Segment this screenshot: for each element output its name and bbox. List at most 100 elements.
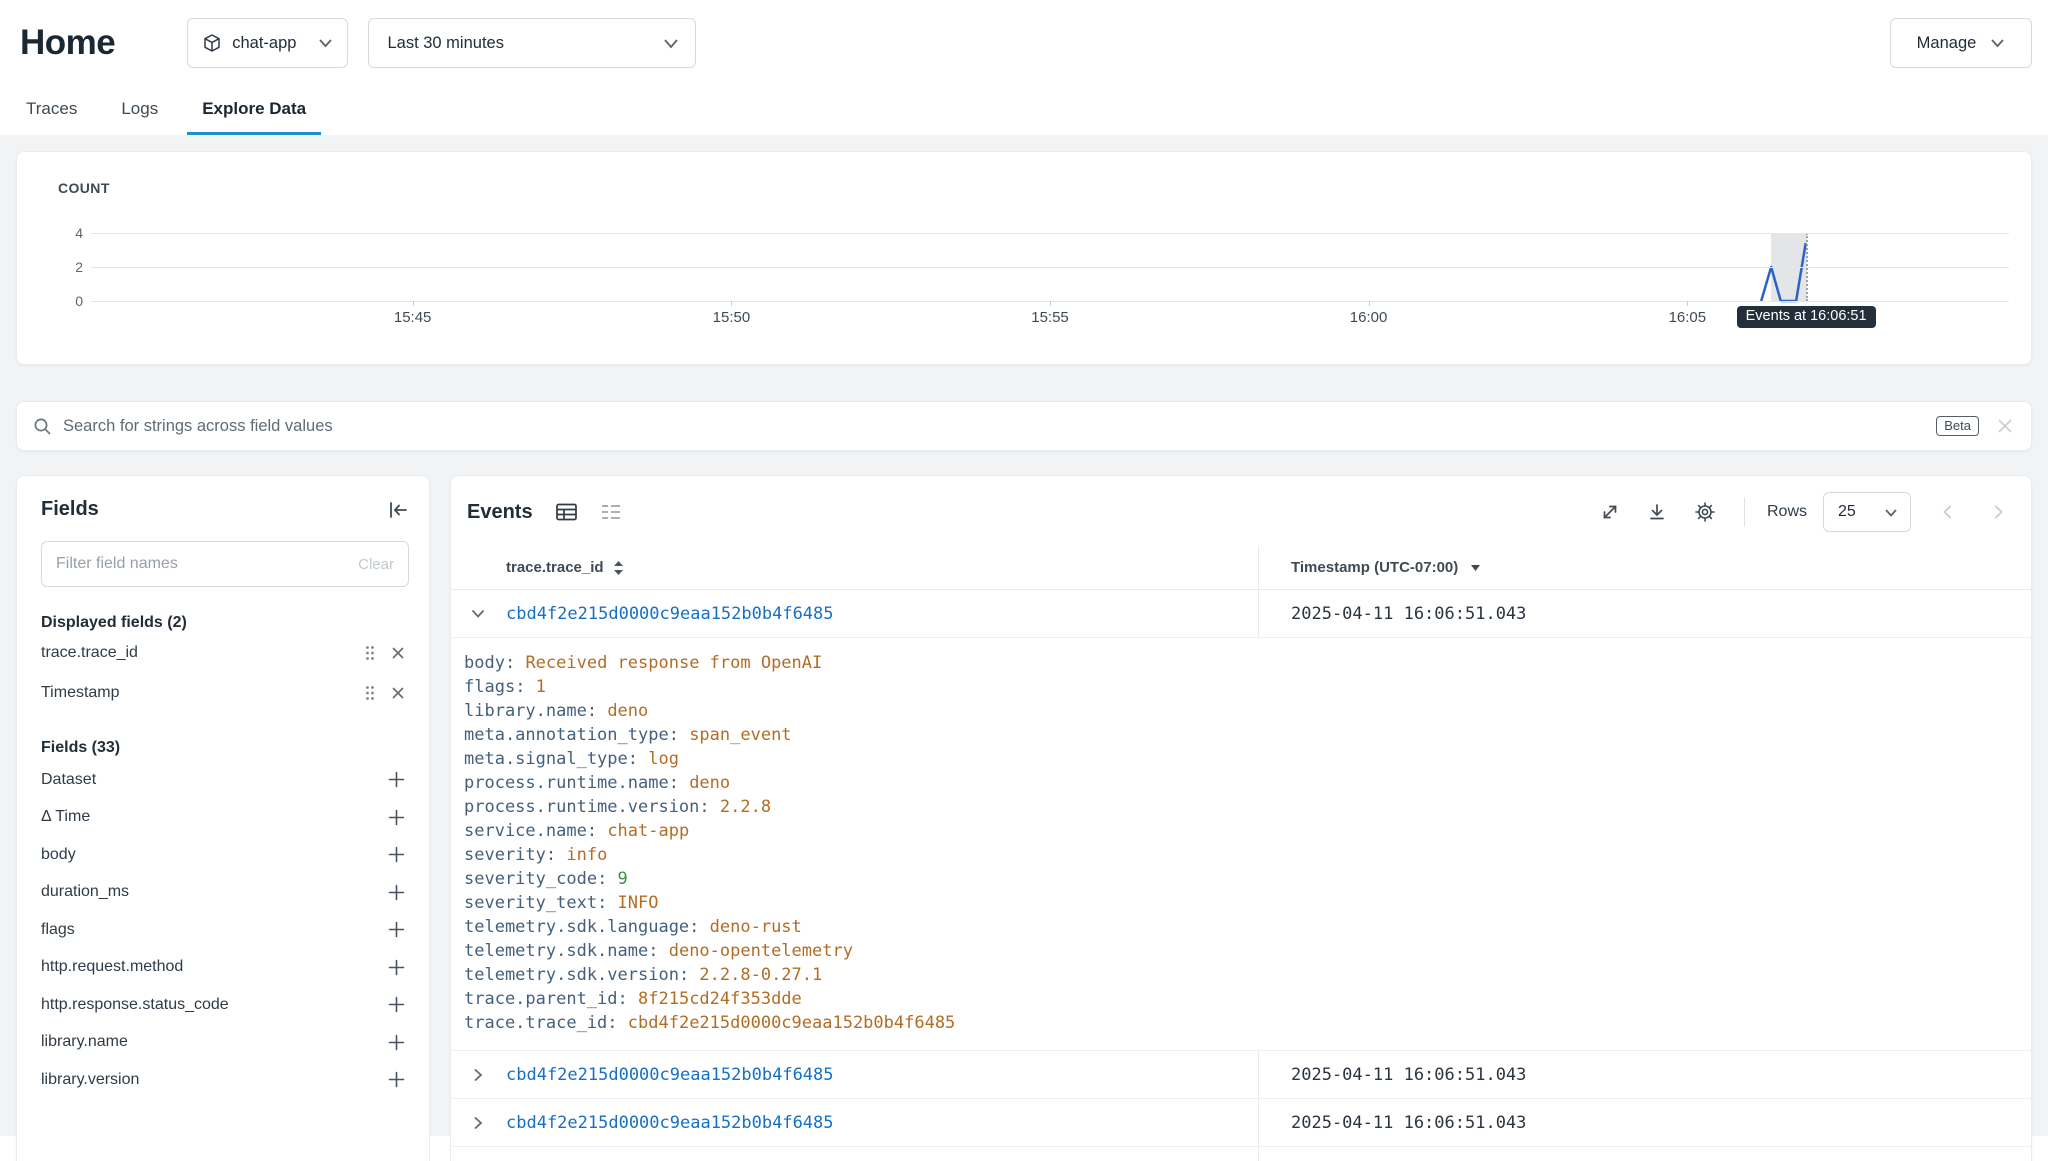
field-row: library.version [41,1061,409,1099]
field-label: duration_ms [41,883,129,901]
row-expand-icon[interactable] [468,606,488,622]
expand-icon[interactable] [1600,502,1620,522]
timestamp-value: 2025-04-11 16:06:51.043 [1291,1113,1526,1133]
add-field-icon[interactable] [388,1034,409,1051]
x-axis-tick-label: 15:50 [713,309,751,326]
beta-badge: Beta [1936,416,1979,436]
drag-handle-icon[interactable] [365,685,375,701]
y-axis-tick-label: 0 [57,293,83,309]
event-attribute: meta.annotation_type: span_event [464,723,2015,747]
add-field-icon[interactable] [388,1071,409,1088]
events-table-header: trace.trace_id Timestamp (UTC-07:00) [451,546,2031,590]
trace-id-link[interactable]: cbd4f2e215d0000c9eaa152b0b4f6485 [506,1113,834,1133]
next-page-icon[interactable] [1989,503,2007,521]
field-label: flags [41,921,75,939]
sort-desc-icon[interactable] [1470,564,1481,572]
time-range-selector[interactable]: Last 30 minutes [368,18,696,68]
remove-field-icon[interactable] [391,686,405,700]
displayed-fields-heading: Displayed fields (2) [41,614,409,632]
field-label: library.version [41,1071,139,1089]
list-view-icon[interactable] [600,503,622,521]
tab-logs[interactable]: Logs [106,86,173,135]
event-attribute: process.runtime.version: 2.2.8 [464,795,2015,819]
collapse-panel-icon[interactable] [387,500,409,520]
field-label: http.response.status_code [41,996,229,1014]
event-row[interactable]: cbd4f2e215d0000c9eaa152b0b4f6485 2025-04… [451,590,2031,638]
field-label: http.request.method [41,958,183,976]
event-attribute: severity_text: INFO [464,891,2015,915]
event-attribute: trace.trace_id: cbd4f2e215d0000c9eaa152b… [464,1011,2015,1035]
x-axis-tick-label: 15:45 [394,309,432,326]
tab-explore-data[interactable]: Explore Data [187,86,321,135]
chevron-down-icon [1884,508,1898,517]
field-row: Δ Time [41,799,409,837]
table-view-icon[interactable] [555,502,578,522]
add-field-icon[interactable] [388,959,409,976]
page-content: COUNT Events at 16:06:51 4 2 0 15:45 15:… [0,135,2048,1136]
event-row[interactable]: cbd4f2e215d0000c9eaa152b0b4f6485 2025-04… [451,1099,2031,1147]
event-detail: body: Received response from OpenAIflags… [451,638,2031,1051]
search-bar: Beta [16,401,2032,451]
chart-tooltip: Events at 16:06:51 [1737,306,1876,328]
x-axis-tick-mark [413,301,414,306]
fields-panel: Fields Clear Displayed fields (2) trace.… [16,475,430,1161]
displayed-field-row: trace.trace_id [41,634,409,672]
x-axis-tick-label: 16:00 [1350,309,1388,326]
dataset-selector[interactable]: chat-app [187,18,348,68]
x-axis-tick-mark [1050,301,1051,306]
add-field-icon[interactable] [388,809,409,826]
rows-per-page-select[interactable]: 25 [1823,492,1911,532]
field-row: Dataset [41,761,409,799]
row-expand-icon[interactable] [468,1067,488,1083]
event-attribute: library.name: deno [464,699,2015,723]
events-table: trace.trace_id Timestamp (UTC-07:00) [451,546,2031,1161]
search-input[interactable] [63,417,1936,436]
trace-id-link[interactable]: cbd4f2e215d0000c9eaa152b0b4f6485 [506,1065,834,1085]
column-header-timestamp[interactable]: Timestamp (UTC-07:00) [1291,559,1458,576]
chart-gridline [91,267,2009,268]
events-title: Events [467,501,533,524]
timestamp-value: 2025-04-11 16:06:51.043 [1291,604,1526,624]
field-filter-clear[interactable]: Clear [358,556,394,573]
manage-button[interactable]: Manage [1890,18,2032,68]
add-field-icon[interactable] [388,771,409,788]
field-label: body [41,846,76,864]
add-field-icon[interactable] [388,884,409,901]
y-axis-tick-label: 4 [57,225,83,241]
column-header-trace-id[interactable]: trace.trace_id [506,559,604,576]
field-row: duration_ms [41,874,409,912]
search-clear-icon[interactable] [1997,418,2013,434]
all-fields-heading: Fields (33) [41,739,409,757]
events-panel: Events [450,475,2032,1161]
tab-traces[interactable]: Traces [11,86,92,135]
events-table-filler-row [451,1147,2031,1161]
chart-plot[interactable]: Events at 16:06:51 4 2 0 15:45 15:50 15:… [91,233,2009,301]
rows-label: Rows [1767,503,1807,521]
gear-icon[interactable] [1694,501,1716,523]
toolbar-divider [1744,497,1745,527]
package-icon [202,33,222,53]
add-field-icon[interactable] [388,921,409,938]
event-attribute: severity: info [464,843,2015,867]
drag-handle-icon[interactable] [365,645,375,661]
field-row: body [41,836,409,874]
manage-label: Manage [1917,34,1977,53]
event-row[interactable]: cbd4f2e215d0000c9eaa152b0b4f6485 2025-04… [451,1051,2031,1099]
sort-icon[interactable] [613,560,624,576]
add-field-icon[interactable] [388,996,409,1013]
field-row: http.response.status_code [41,986,409,1024]
dataset-label: chat-app [232,34,296,53]
add-field-icon[interactable] [388,846,409,863]
previous-page-icon[interactable] [1939,503,1957,521]
count-chart-card: COUNT Events at 16:06:51 4 2 0 15:45 15:… [16,151,2032,365]
displayed-field-label: trace.trace_id [41,644,138,662]
trace-id-link[interactable]: cbd4f2e215d0000c9eaa152b0b4f6485 [506,604,834,624]
y-axis-tick-label: 2 [57,259,83,275]
row-expand-icon[interactable] [468,1115,488,1131]
event-attribute: telemetry.sdk.version: 2.2.8-0.27.1 [464,963,2015,987]
field-filter-input[interactable] [56,555,358,573]
chevron-down-icon [663,38,679,49]
download-icon[interactable] [1647,502,1667,522]
remove-field-icon[interactable] [391,646,405,660]
field-row: http.request.method [41,949,409,987]
